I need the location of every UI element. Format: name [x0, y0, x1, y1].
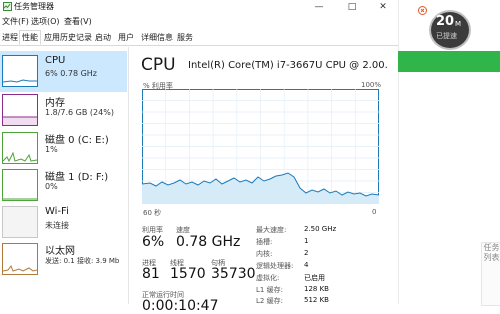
badge-unit: M — [455, 20, 462, 28]
stat-value-utilization: 6% — [142, 234, 165, 250]
window-title: 任务管理器 — [14, 2, 54, 11]
graph-zero-label: 0 — [372, 208, 377, 216]
spec-label: L2 缓存: — [256, 297, 283, 305]
tab-services[interactable]: 服务 — [175, 31, 195, 44]
spec-value: 4 — [304, 261, 309, 269]
cpu-utilization-graph — [142, 89, 379, 204]
uptime-value: 0:00:10:47 — [142, 298, 219, 314]
badge-number: 20 — [436, 14, 455, 29]
disk-1-thumbnail — [2, 169, 38, 201]
task-manager-icon — [3, 2, 12, 11]
memory-thumbnail — [2, 94, 38, 126]
spec-label: 内核: — [256, 250, 273, 258]
menu-options[interactable]: 选项(O) — [31, 16, 60, 27]
minimize-button[interactable]: — — [308, 0, 330, 14]
ethernet-thumbnail — [2, 243, 38, 275]
menu-file[interactable]: 文件(F) — [2, 16, 29, 27]
sidebar-item-value: 6% 0.78 GHz — [45, 69, 98, 78]
spec-value: 512 KB — [304, 296, 329, 304]
sidebar-item-label: Wi-Fi — [45, 206, 69, 217]
disk-0-thumbnail — [2, 132, 38, 164]
sidebar-item-value: 发送: 0.1 接收: 3.9 Mb — [45, 257, 120, 265]
tab-performance[interactable]: 性能 — [19, 30, 41, 45]
spec-label: 虚拟化: — [256, 274, 280, 282]
title-bar — [0, 0, 398, 14]
cpu-thumbnail — [2, 55, 38, 87]
tab-details[interactable]: 详细信息 — [139, 31, 175, 44]
cpu-model-name: Intel(R) Core(TM) i7-3667U CPU @ 2.00... — [188, 60, 388, 71]
spec-value: 128 KB — [304, 285, 329, 293]
sidebar-item-label: 以太网 — [45, 246, 75, 257]
sidebar-item-label: 磁盘 0 (C: E:) — [45, 135, 109, 146]
maximize-button[interactable]: □ — [341, 0, 363, 14]
sidebar-item-label: 内存 — [45, 98, 65, 109]
spec-value: 2 — [304, 249, 309, 257]
task-list-tab[interactable]: 任务列表 — [481, 242, 500, 306]
stat-value-handles: 35730 — [211, 266, 256, 282]
stat-value-processes: 81 — [142, 266, 160, 282]
sidebar-item-value: 1% — [45, 145, 58, 154]
graph-time-label: 60 秒 — [143, 209, 162, 217]
sidebar-item-value: 1.8/7.6 GB (24%) — [45, 108, 114, 117]
sidebar-item-value: 0% — [45, 182, 58, 191]
graph-max-label: 100% — [361, 81, 382, 89]
menu-view[interactable]: 查看(V) — [64, 16, 92, 27]
sidebar-item-value: 未连接 — [45, 221, 69, 230]
spec-label: 最大速度: — [256, 226, 287, 234]
sidebar-item-label: CPU — [45, 55, 66, 66]
wifi-thumbnail — [2, 206, 38, 238]
spec-label: L1 缓存: — [256, 286, 283, 294]
stat-value-speed: 0.78 GHz — [176, 234, 241, 250]
tab-processes[interactable]: 进程 — [0, 31, 20, 44]
page-title: CPU — [141, 55, 176, 75]
spec-label: 逻辑处理器: — [256, 262, 294, 270]
accent-bar — [398, 51, 500, 72]
badge-subtitle: 已提速 — [436, 32, 457, 40]
tab-startup[interactable]: 启动 — [93, 31, 113, 44]
spec-value: 已启用 — [304, 274, 325, 282]
close-button[interactable]: ✕ — [372, 0, 394, 14]
close-circle-icon[interactable] — [418, 6, 427, 15]
spec-value: 1 — [304, 237, 309, 245]
stat-value-threads: 1570 — [170, 266, 206, 282]
tab-users[interactable]: 用户 — [116, 31, 136, 44]
spec-value: 2.50 GHz — [304, 225, 337, 233]
sidebar-item-label: 磁盘 1 (D: F:) — [45, 172, 109, 183]
spec-label: 插槽: — [256, 238, 273, 246]
tab-app-history[interactable]: 应用历史记录 — [42, 31, 94, 44]
